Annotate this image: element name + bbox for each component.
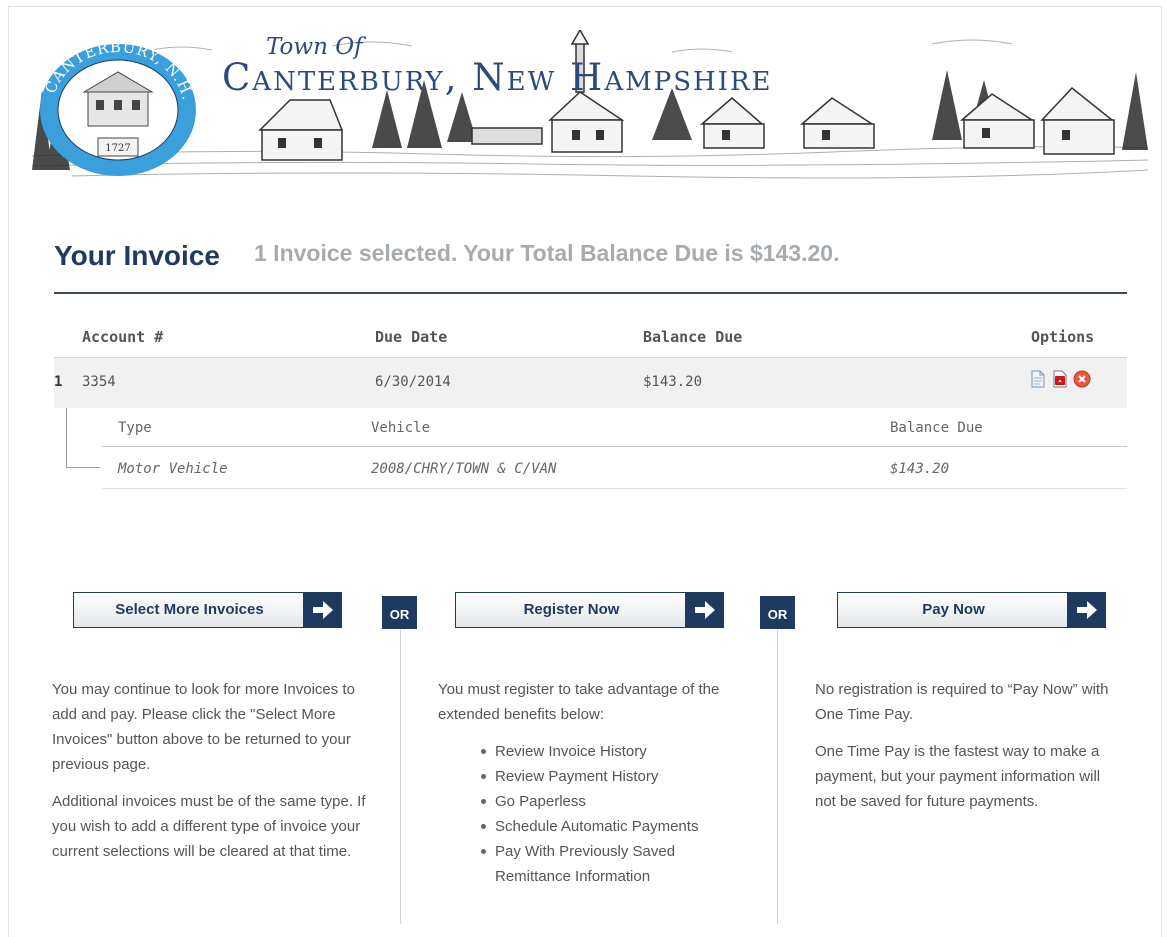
column-divider	[777, 629, 778, 924]
select-more-info: You may continue to look for more Invoic…	[52, 677, 370, 876]
detail-row-divider	[102, 488, 1127, 489]
town-banner	[32, 30, 1148, 190]
benefits-list: Review Invoice History Review Payment Hi…	[438, 739, 748, 889]
pay-now-label: Pay Now	[922, 601, 985, 618]
column-header-due-date: Due Date	[375, 328, 448, 346]
select-more-invoices-button[interactable]: Select More Invoices	[73, 592, 342, 628]
list-item: Review Invoice History	[478, 739, 748, 764]
pay-now-paragraph-1: No registration is required to “Pay Now”…	[815, 681, 1109, 723]
row-index: 1	[54, 374, 63, 390]
detail-header-type: Type	[118, 420, 152, 436]
pay-now-info: No registration is required to “Pay Now”…	[815, 677, 1125, 826]
town-name-heading: Canterbury, New Hampshire	[222, 56, 773, 99]
account-number: 3354	[82, 374, 116, 390]
register-intro: You must register to take advantage of t…	[438, 681, 720, 723]
select-more-paragraph-1: You may continue to look for more Invoic…	[52, 681, 355, 773]
table-row	[54, 357, 1127, 408]
detail-header-balance-due: Balance Due	[890, 420, 983, 436]
select-more-invoices-label: Select More Invoices	[115, 601, 264, 618]
register-now-button[interactable]: Register Now	[455, 592, 724, 628]
select-more-paragraph-2: Additional invoices must be of the same …	[52, 793, 366, 860]
pay-now-button[interactable]: Pay Now	[837, 592, 1106, 628]
detail-tree-branch	[66, 467, 100, 468]
list-item: Go Paperless	[478, 789, 748, 814]
page-title: Your Invoice	[54, 240, 220, 271]
list-item: Schedule Automatic Payments	[478, 814, 748, 839]
detail-header-vehicle: Vehicle	[371, 420, 431, 436]
column-divider	[400, 629, 401, 924]
arrow-right-icon	[685, 593, 723, 627]
balance-due: $143.20	[643, 374, 703, 390]
list-item: Review Payment History	[478, 764, 748, 789]
list-item: Pay With Previously Saved Remittance Inf…	[478, 839, 705, 889]
pay-now-paragraph-2: One Time Pay is the fastest way to make …	[815, 743, 1101, 810]
column-header-account: Account #	[82, 328, 164, 346]
detail-type: Motor Vehicle	[118, 461, 228, 477]
column-header-options: Options	[1031, 328, 1095, 346]
arrow-right-icon	[303, 593, 341, 627]
column-header-balance-due: Balance Due	[643, 328, 743, 346]
document-icon[interactable]	[1029, 370, 1047, 388]
or-separator-2: OR	[760, 596, 795, 629]
arrow-right-icon	[1067, 593, 1105, 627]
town-seal-logo: 1727 CANTERBURY, N.H.	[40, 42, 196, 176]
detail-tree-connector	[66, 408, 67, 468]
detail-header-divider	[102, 446, 1127, 447]
due-date: 6/30/2014	[375, 374, 451, 390]
banner-illustration	[32, 30, 1148, 179]
or-separator-1: OR	[382, 596, 417, 629]
seal-year: 1727	[105, 143, 130, 154]
detail-balance-due: $143.20	[890, 461, 950, 477]
invoice-summary: 1 Invoice selected. Your Total Balance D…	[254, 240, 840, 266]
row-options	[1029, 370, 1091, 388]
pdf-icon[interactable]	[1051, 370, 1069, 388]
register-now-label: Register Now	[523, 601, 620, 618]
register-info: You must register to take advantage of t…	[438, 677, 748, 889]
detail-vehicle: 2008/CHRY/TOWN & C/VAN	[371, 461, 557, 477]
title-divider	[54, 292, 1127, 294]
remove-icon[interactable]	[1073, 370, 1091, 388]
